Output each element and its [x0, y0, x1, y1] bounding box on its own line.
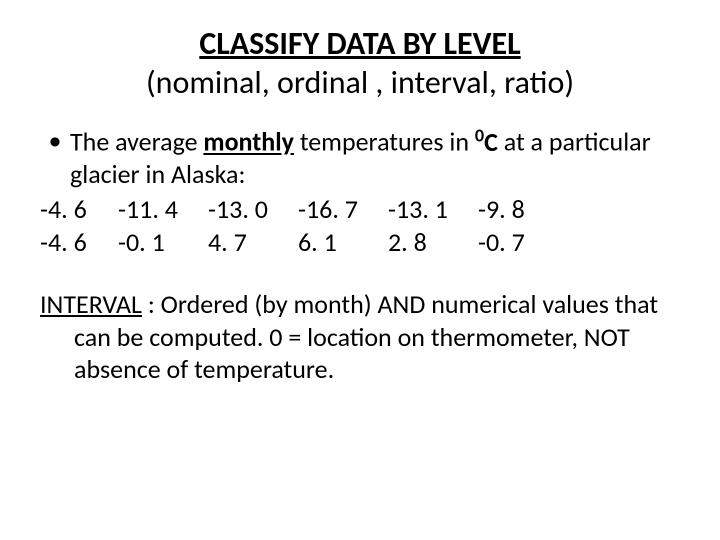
explain-label: INTERVAL	[40, 288, 142, 320]
content-block: • The average monthly temperatures in 0C…	[40, 124, 680, 260]
bullet-monthly: monthly	[203, 126, 294, 158]
cell: -11. 4	[118, 193, 208, 227]
cell: 4. 7	[208, 226, 298, 260]
cell: -4. 6	[40, 226, 118, 260]
cell: -13. 1	[388, 193, 478, 227]
explain-rest: : Ordered (by month) AND numerical value…	[74, 288, 658, 385]
cell: -9. 8	[478, 193, 548, 227]
cell: -0. 7	[478, 226, 548, 260]
slide-title: CLASSIFY DATA BY LEVEL	[40, 24, 680, 63]
cell: 2. 8	[388, 226, 478, 260]
table-row: -4. 6 -11. 4 -13. 0 -16. 7 -13. 1 -9. 8	[40, 193, 680, 227]
cell: -0. 1	[118, 226, 208, 260]
slide-subtitle: (nominal, ordinal , interval, ratio)	[40, 63, 680, 102]
table-row: -4. 6 -0. 1 4. 7 6. 1 2. 8 -0. 7	[40, 226, 680, 260]
bullet-text: The average monthly temperatures in 0C a…	[70, 124, 680, 191]
cell: -13. 0	[208, 193, 298, 227]
bullet-mid: temperatures in	[294, 126, 475, 158]
bullet-item: • The average monthly temperatures in 0C…	[40, 124, 680, 191]
cell: -4. 6	[40, 193, 118, 227]
unit-c: C	[484, 126, 498, 158]
cell: 6. 1	[298, 226, 388, 260]
bullet-marker: •	[40, 124, 70, 191]
bullet-pre: The average	[70, 126, 203, 158]
data-table: -4. 6 -11. 4 -13. 0 -16. 7 -13. 1 -9. 8 …	[40, 193, 680, 261]
explanation-block: INTERVAL : Ordered (by month) AND numeri…	[40, 288, 680, 386]
degree-superscript: 0	[475, 124, 484, 146]
cell: -16. 7	[298, 193, 388, 227]
